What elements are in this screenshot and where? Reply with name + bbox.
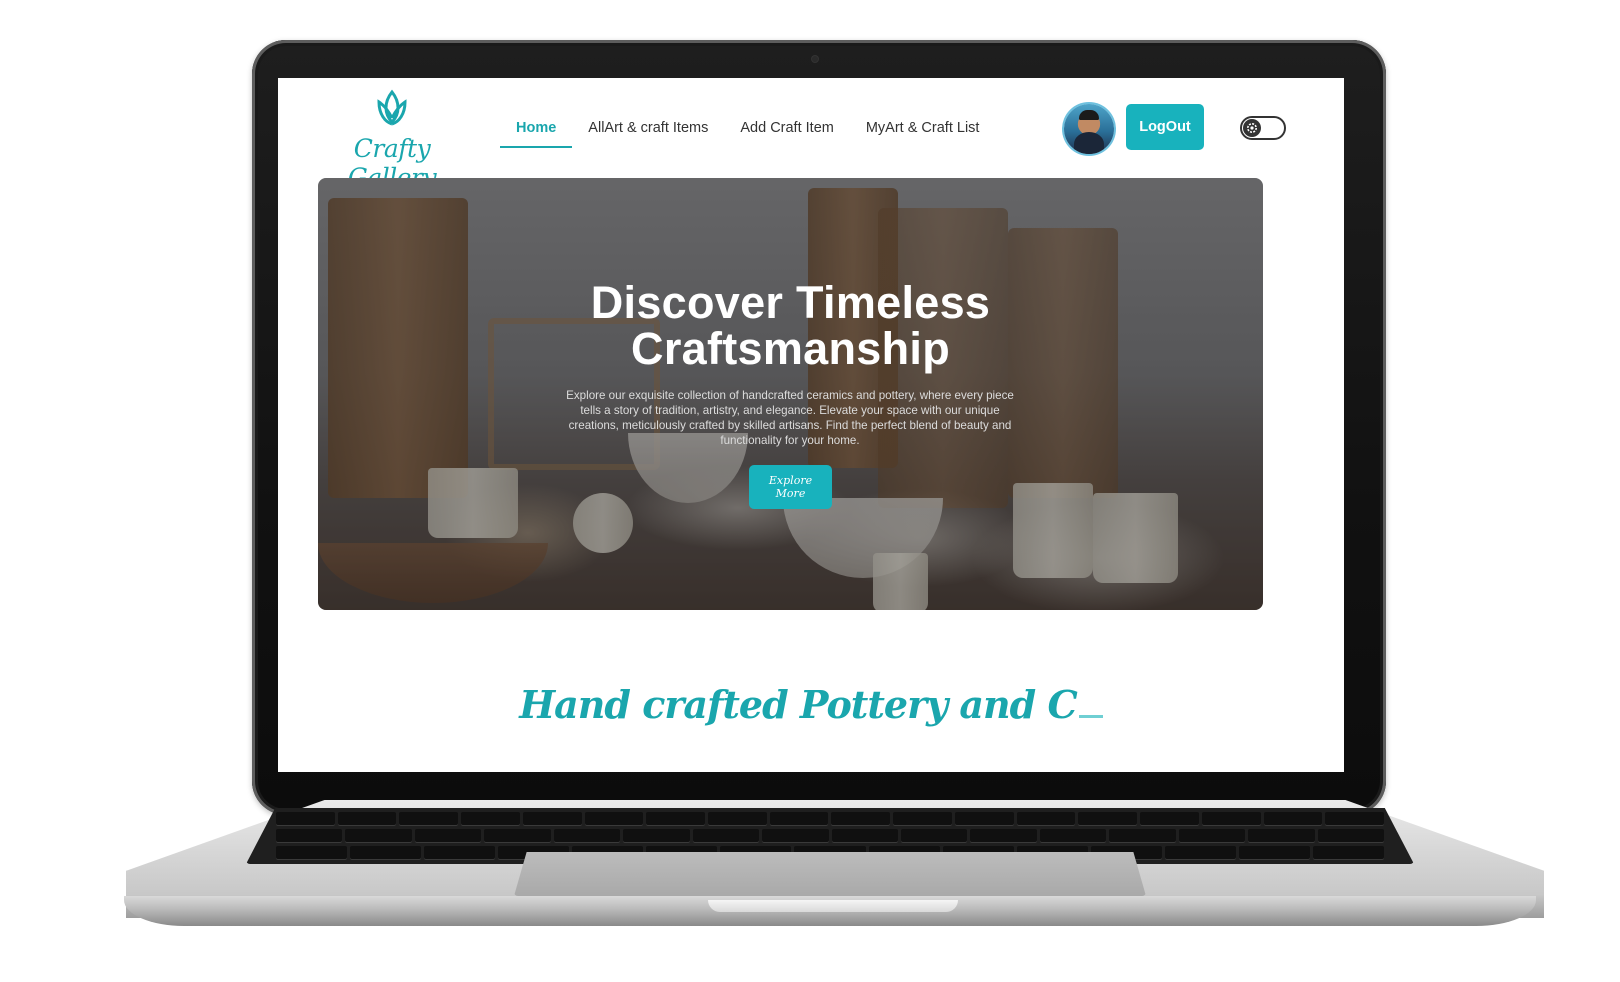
logout-button[interactable]: LogOut	[1126, 104, 1204, 150]
nav-my-art-craft-list[interactable]: MyArt & Craft List	[850, 116, 996, 148]
gear-icon	[1243, 119, 1261, 137]
explore-more-button[interactable]: Explore More	[749, 465, 832, 509]
hero-banner: Discover Timeless Craftsmanship Explore …	[318, 178, 1263, 610]
hero-description: Explore our exquisite collection of hand…	[566, 389, 1014, 447]
nav-all-art-craft-items[interactable]: AllArt & craft Items	[572, 116, 724, 148]
navbar: Crafty Gallery Home AllArt & craft Items…	[278, 78, 1344, 192]
laptop-screen: Crafty Gallery Home AllArt & craft Items…	[278, 78, 1344, 772]
user-avatar[interactable]	[1064, 104, 1114, 154]
section-title: Hand crafted Pottery and C	[278, 682, 1344, 727]
leaf-logo-icon	[377, 89, 407, 126]
section-title-text: Hand crafted Pottery and C	[519, 682, 1077, 727]
hero-title: Discover Timeless Craftsmanship	[318, 280, 1263, 372]
main-menu: Home AllArt & craft Items Add Craft Item…	[500, 116, 995, 148]
laptop-notch	[708, 900, 958, 912]
hero-title-line-1: Discover Timeless	[590, 277, 991, 328]
trackpad	[514, 852, 1146, 896]
typing-cursor	[1078, 715, 1103, 718]
hero-title-line-2: Craftsmanship	[631, 323, 950, 374]
theme-toggle[interactable]	[1240, 116, 1286, 140]
webcam	[812, 56, 818, 62]
nav-home[interactable]: Home	[500, 116, 573, 148]
site-logo[interactable]: Crafty Gallery	[322, 88, 462, 192]
nav-add-craft-item[interactable]: Add Craft Item	[724, 116, 849, 148]
